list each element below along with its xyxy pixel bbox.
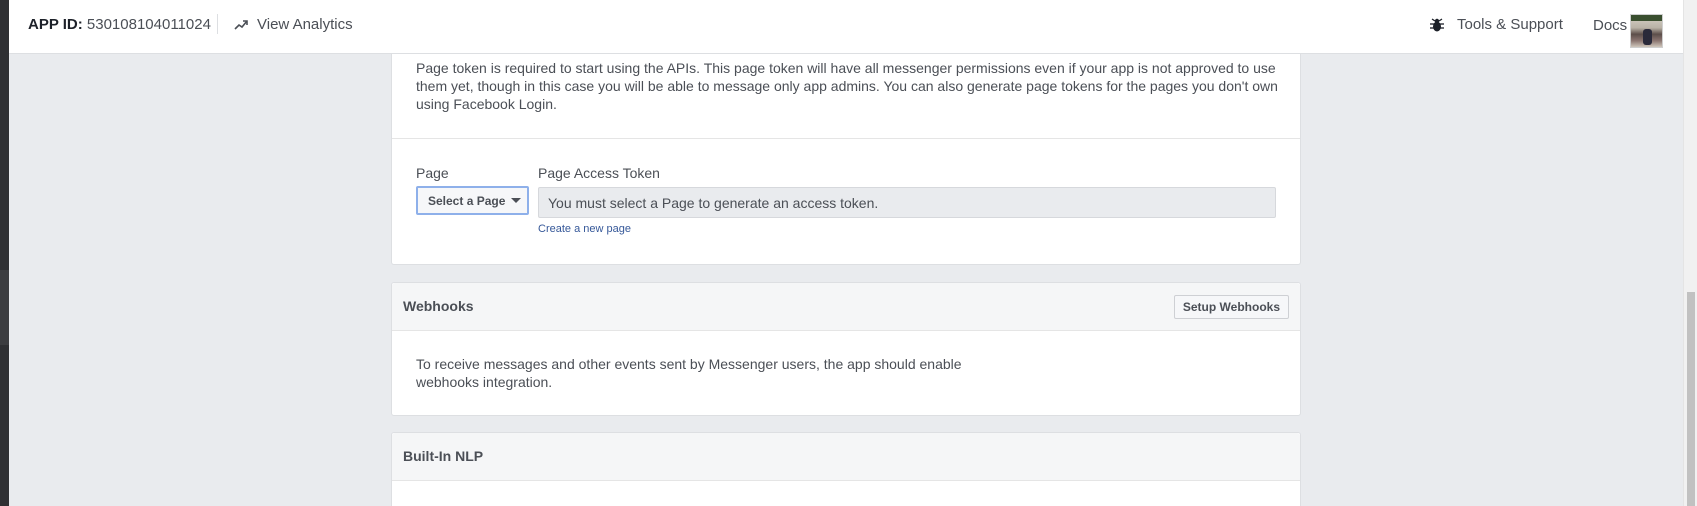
top-bar: APP ID: 530108104011024 View Analytics T…: [9, 0, 1683, 54]
view-analytics-link[interactable]: View Analytics: [234, 16, 353, 33]
scrollbar-thumb[interactable]: [1687, 292, 1695, 506]
page-access-token-field[interactable]: [538, 187, 1276, 218]
page-label: Page: [416, 165, 449, 181]
scrollbar[interactable]: [1683, 0, 1697, 506]
create-new-page-link[interactable]: Create a new page: [538, 223, 631, 235]
bug-icon: [1430, 17, 1444, 31]
webhooks-card: Webhooks Setup Webhooks To receive messa…: [391, 282, 1301, 416]
view-analytics-label: View Analytics: [257, 16, 353, 33]
topbar-divider: [217, 14, 218, 34]
nlp-title: Built-In NLP: [403, 448, 484, 464]
app-id: APP ID: 530108104011024: [28, 16, 211, 33]
webhooks-description: To receive messages and other events sen…: [416, 356, 962, 390]
setup-webhooks-button[interactable]: Setup Webhooks: [1173, 295, 1289, 319]
webhooks-header: Webhooks Setup Webhooks: [392, 283, 1300, 331]
built-in-nlp-card: Built-In NLP: [391, 432, 1301, 506]
caret-down-icon: [511, 198, 522, 203]
tools-support-link[interactable]: Tools & Support: [1429, 16, 1563, 33]
select-page-dropdown[interactable]: Select a Page: [416, 186, 529, 215]
app-id-label: APP ID:: [28, 16, 83, 33]
avatar[interactable]: [1630, 14, 1663, 48]
page-token-card: Page token is required to start using th…: [391, 54, 1301, 265]
tools-support-label: Tools & Support: [1457, 16, 1563, 33]
select-page-label: Select a Page: [428, 193, 506, 208]
docs-link[interactable]: Docs: [1593, 17, 1627, 34]
left-side-strip: [0, 0, 9, 506]
left-strip-marker: [0, 270, 9, 345]
page-access-token-label: Page Access Token: [538, 165, 660, 181]
trending-up-icon: [234, 19, 248, 30]
webhooks-title: Webhooks: [403, 298, 474, 314]
card-divider: [392, 138, 1300, 139]
nlp-header: Built-In NLP: [392, 433, 1300, 481]
app-id-value: 530108104011024: [86, 16, 211, 33]
page-token-intro: Page token is required to start using th…: [416, 60, 1278, 112]
